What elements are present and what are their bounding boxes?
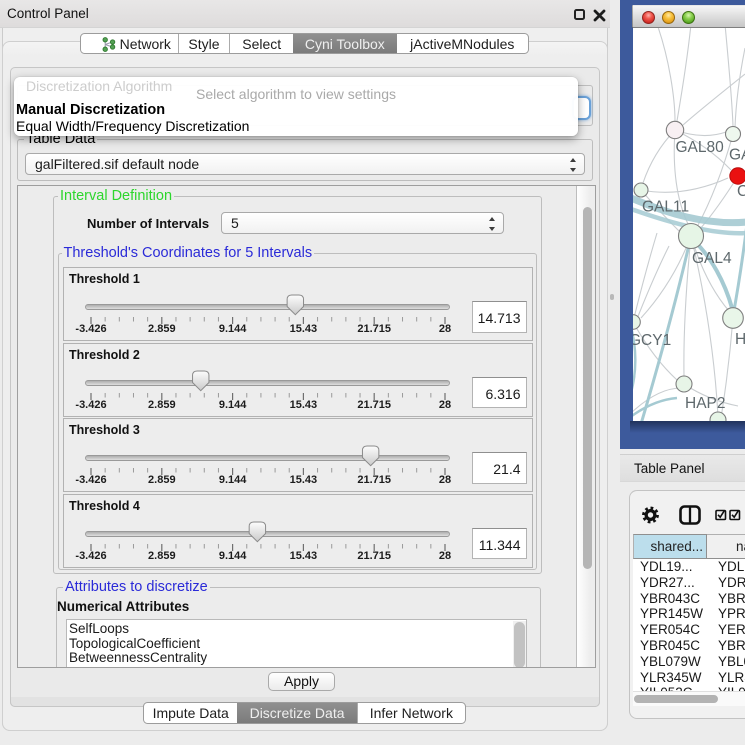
- svg-text:HAP2: HAP2: [685, 395, 726, 412]
- svg-text:15.43: 15.43: [290, 550, 318, 562]
- svg-text:HI: HI: [735, 331, 745, 348]
- svg-text:GCY1: GCY1: [633, 332, 671, 349]
- svg-text:-3.426: -3.426: [75, 550, 106, 562]
- svg-text:2.859: 2.859: [148, 399, 176, 411]
- svg-text:28: 28: [439, 399, 451, 411]
- svg-text:28: 28: [439, 550, 451, 562]
- svg-text:9.144: 9.144: [219, 474, 247, 486]
- svg-text:9.144: 9.144: [219, 399, 247, 411]
- svg-text:CD: CD: [737, 183, 745, 200]
- svg-text:9.144: 9.144: [219, 550, 247, 562]
- svg-text:GAL80: GAL80: [676, 139, 725, 156]
- svg-text:2.859: 2.859: [148, 474, 176, 486]
- svg-text:-3.426: -3.426: [75, 399, 106, 411]
- svg-text:GA: GA: [729, 147, 745, 164]
- svg-text:21.715: 21.715: [357, 550, 391, 562]
- svg-text:21.715: 21.715: [357, 474, 391, 486]
- svg-text:GAL11: GAL11: [642, 199, 689, 216]
- svg-text:15.43: 15.43: [290, 323, 318, 335]
- svg-text:9.144: 9.144: [219, 323, 247, 335]
- svg-text:-3.426: -3.426: [75, 474, 106, 486]
- svg-text:28: 28: [439, 323, 451, 335]
- svg-text:21.715: 21.715: [357, 323, 391, 335]
- svg-text:2.859: 2.859: [148, 550, 176, 562]
- svg-text:GAL4: GAL4: [692, 250, 732, 267]
- svg-text:2.859: 2.859: [148, 323, 176, 335]
- svg-text:15.43: 15.43: [290, 399, 318, 411]
- svg-text:-3.426: -3.426: [75, 323, 106, 335]
- svg-text:15.43: 15.43: [290, 474, 318, 486]
- svg-text:28: 28: [439, 474, 451, 486]
- svg-text:21.715: 21.715: [357, 399, 391, 411]
